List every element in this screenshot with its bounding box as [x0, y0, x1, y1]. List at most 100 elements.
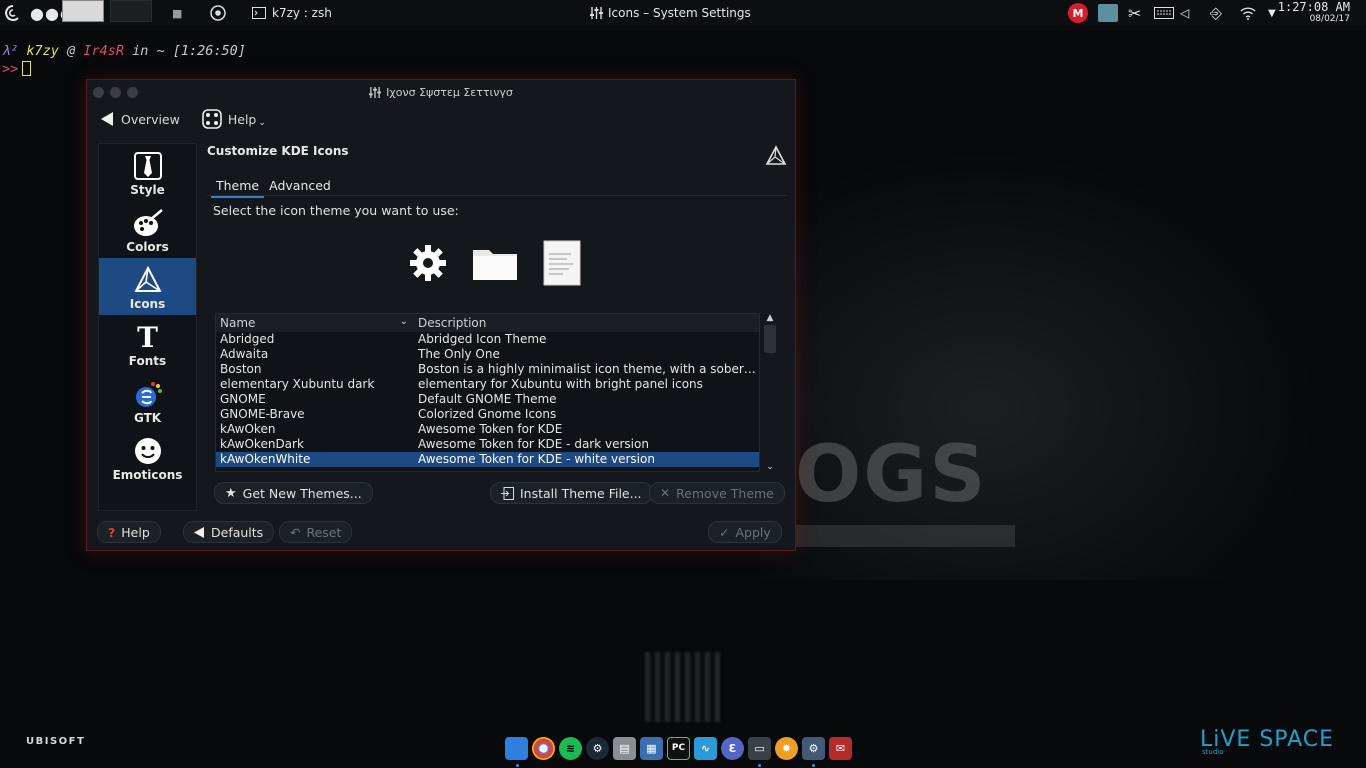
help-label: Help: [227, 111, 257, 127]
wallpaper-qr: [645, 652, 720, 722]
table-row[interactable]: GNOME Default GNOME Theme: [216, 392, 759, 407]
window-titlebar[interactable]: Ιχονσ Σψστεμ Σεττινγσ: [87, 80, 795, 104]
table-row[interactable]: Boston Boston is a highly minimalist icon…: [216, 362, 759, 377]
icon-preview: [409, 240, 581, 286]
sidebar-item-style[interactable]: Style: [99, 144, 196, 201]
mega-tray-icon[interactable]: M: [1068, 3, 1088, 23]
page-title: Customize KDE Icons: [207, 144, 349, 158]
tray-app-icon[interactable]: [1098, 3, 1118, 23]
instruction-text: Select the icon theme you want to use:: [213, 203, 459, 218]
chrome-task-icon[interactable]: [210, 3, 226, 23]
table-row[interactable]: Abridged Abridged Icon Theme: [216, 332, 759, 347]
get-new-themes-button[interactable]: ★ Get New Themes...: [214, 482, 373, 504]
gtk-icon: [133, 377, 163, 411]
notes-dock-icon[interactable]: ▦: [640, 736, 663, 760]
table-row[interactable]: elementary Xubuntu dark elementary for Xu…: [216, 377, 759, 392]
chrome-dock-icon[interactable]: [532, 736, 555, 760]
close-button[interactable]: [93, 87, 104, 98]
overview-button[interactable]: Overview: [99, 111, 180, 127]
help-button[interactable]: ? Help: [97, 521, 161, 543]
active-window-title: Icons – System Settings: [590, 3, 751, 23]
mail-dock-icon[interactable]: ✉: [829, 736, 852, 760]
minimize-button[interactable]: [110, 87, 121, 98]
terminal-path: in ~: [132, 43, 165, 59]
maximize-button[interactable]: [127, 87, 138, 98]
wallpaper-text: OGS: [795, 430, 988, 520]
scroll-thumb[interactable]: [764, 325, 776, 353]
terminal-output[interactable]: λ² k7zy @ Ir4sR in ~ [1:26:50] >>: [2, 42, 246, 78]
terminal-dock-icon[interactable]: ▭: [748, 736, 771, 760]
table-row[interactable]: Adwaita The Only One: [216, 347, 759, 362]
settings-sliders-icon: [369, 86, 382, 98]
clock[interactable]: 1:27:08 AM 08/02/17: [1278, 1, 1350, 25]
toolbar: Overview Help ⌄: [87, 104, 795, 134]
list-scrollbar[interactable]: ▲ ⌄: [762, 313, 778, 472]
table-row[interactable]: kAwOkenDark Awesome Token for KDE - dark …: [216, 437, 759, 452]
task-thumbnail-2[interactable]: [110, 0, 152, 22]
scroll-up-icon[interactable]: ▲: [767, 313, 774, 323]
chevron-down-icon: ⌄: [258, 118, 266, 128]
spotify-dock-icon[interactable]: ≋: [559, 736, 582, 760]
back-arrow-icon: [194, 526, 204, 538]
document-icon: [543, 240, 581, 286]
sidebar-item-colors[interactable]: Colors: [99, 201, 196, 258]
icons-module: Customize KDE Icons Theme Advanced Selec…: [207, 143, 787, 511]
terminal-user: k7zy: [26, 43, 59, 59]
folder-icon: [473, 250, 517, 280]
tray-expand-icon[interactable]: ▼: [1268, 3, 1276, 23]
clock-time: 1:27:08 AM: [1277, 0, 1350, 14]
wifi-icon[interactable]: [1240, 3, 1256, 23]
table-row-selected[interactable]: kAwOkenWhite Awesome Token for KDE - whit…: [216, 452, 759, 467]
settings-dock-icon[interactable]: ✹: [775, 736, 798, 760]
checkmark-icon: ✓: [719, 524, 730, 540]
sidebar-item-label: Icons: [129, 297, 166, 311]
star-icon: ★: [225, 485, 237, 501]
system-settings-dock-icon[interactable]: ⚙: [802, 736, 825, 760]
column-header-name[interactable]: Name ⌄: [216, 316, 414, 330]
help-menu-button[interactable]: Help ⌄: [202, 109, 266, 129]
scroll-down-icon[interactable]: ⌄: [766, 462, 774, 472]
sidebar-item-icons[interactable]: Icons: [99, 258, 196, 315]
gear-icon: [410, 245, 446, 281]
files-dock-icon[interactable]: [505, 736, 528, 760]
table-row[interactable]: GNOME-Brave Colorized Gnome Icons: [216, 407, 759, 422]
list-header: Name ⌄ Description: [216, 314, 759, 332]
dock: ≋ ⚙ ▤ ▦ PC ∿ Ɛ ▭ ✹ ⚙ ✉: [505, 735, 852, 761]
steam-dock-icon[interactable]: ⚙: [586, 736, 609, 760]
remove-x-icon: ✕: [660, 486, 671, 500]
top-panel: ●●● ■ k7zy : zsh Icons – System Settings…: [0, 0, 1366, 26]
task-app-icon[interactable]: ■: [172, 3, 182, 23]
sidebar-item-label: Emoticons: [112, 468, 183, 482]
defaults-button[interactable]: Defaults: [183, 521, 275, 543]
sidebar-item-label: GTK: [133, 411, 162, 425]
overview-label: Overview: [121, 111, 180, 127]
sidebar-item-gtk[interactable]: GTK: [99, 372, 196, 429]
reset-button[interactable]: ↶ Reset: [279, 521, 353, 543]
theme-tab-panel: Select the icon theme you want to use: N…: [207, 195, 787, 475]
volume-icon[interactable]: ◁: [1180, 3, 1189, 23]
column-header-description[interactable]: Description: [414, 316, 486, 330]
usb-icon[interactable]: ⎆: [1210, 3, 1222, 23]
pycharm-dock-icon[interactable]: PC: [667, 736, 690, 760]
debian-menu-icon[interactable]: [4, 3, 22, 23]
remove-theme-button[interactable]: ✕ Remove Theme: [649, 482, 785, 504]
sidebar-item-emoticons[interactable]: Emoticons: [99, 429, 196, 486]
sidebar-item-fonts[interactable]: T Fonts: [99, 315, 196, 372]
apply-button[interactable]: ✓ Apply: [708, 521, 782, 543]
icon-theme-list[interactable]: Name ⌄ Description Abridged Abridged Icon…: [215, 313, 760, 472]
terminal-lambda: λ²: [2, 43, 19, 59]
scissors-icon[interactable]: ✂: [1128, 3, 1141, 23]
monitor-dock-icon[interactable]: ∿: [694, 736, 717, 760]
keyboard-icon[interactable]: [1154, 3, 1174, 23]
terminal-host: Ir4sR: [83, 43, 124, 59]
sort-chevron-icon: ⌄: [399, 316, 408, 327]
system-settings-window: Ιχονσ Σψστεμ Σεττινγσ Overview Help ⌄ St…: [86, 79, 796, 551]
terminal-task[interactable]: k7zy : zsh: [252, 3, 332, 23]
emacs-dock-icon[interactable]: Ɛ: [721, 736, 744, 760]
task-thumbnail-1[interactable]: [62, 0, 104, 22]
install-theme-button[interactable]: Install Theme File...: [490, 482, 653, 504]
image-viewer-dock-icon[interactable]: ▤: [613, 736, 636, 760]
table-row[interactable]: kAwOken Awesome Token for KDE: [216, 422, 759, 437]
palette-icon: [132, 206, 164, 240]
settings-sliders-icon: [590, 7, 603, 19]
